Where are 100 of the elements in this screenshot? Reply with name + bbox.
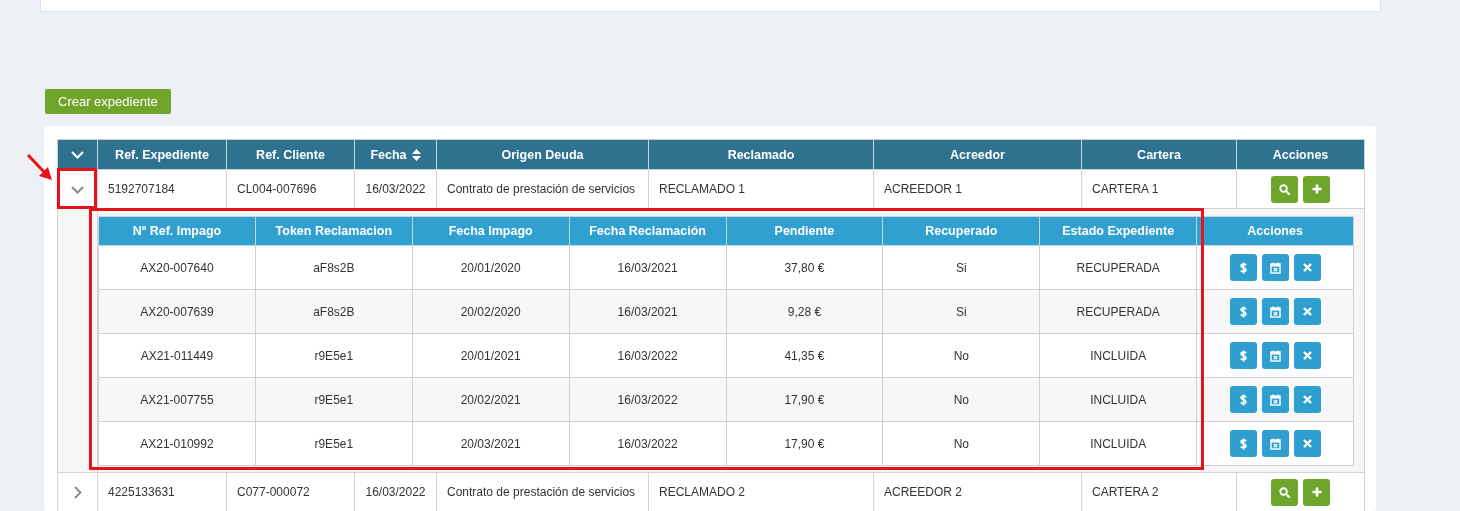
add-button[interactable]: [1303, 175, 1330, 203]
payment-button[interactable]: [1229, 430, 1257, 457]
dollar-icon: [1239, 305, 1247, 318]
add-button[interactable]: [1303, 478, 1330, 506]
column-header: Ref. Expediente: [115, 147, 209, 162]
payment-button[interactable]: [1229, 386, 1257, 413]
table-cell: C077-000072: [237, 485, 310, 499]
table-cell: 16/03/2021: [617, 304, 678, 319]
column-header: Acreedor: [950, 147, 1005, 162]
column-header: Cartera: [1137, 147, 1181, 162]
table-cell: Contrato de prestación de servicios: [447, 485, 636, 499]
calendar-icon: [1269, 393, 1281, 406]
arrow-icon: [26, 153, 54, 182]
column-header: Ref. Cliente: [256, 147, 325, 162]
dollar-icon: [1239, 437, 1247, 450]
dollar-icon: [1239, 393, 1247, 406]
table-cell: AX20-007639: [140, 304, 214, 319]
column-header: Origen Deuda: [501, 147, 584, 162]
column-header: Acciones: [1247, 224, 1303, 238]
delete-button[interactable]: [1293, 254, 1321, 281]
table-cell: CARTERA 2: [1092, 485, 1159, 499]
calendar-button[interactable]: [1261, 298, 1289, 325]
table-cell: CL004-007696: [237, 182, 317, 196]
search-button[interactable]: [1271, 175, 1298, 203]
sort-icon[interactable]: [411, 148, 421, 161]
table-cell: No: [953, 348, 969, 363]
plus-icon: [1311, 487, 1322, 497]
table-cell: 9,28 €: [787, 304, 822, 319]
chevron-right-icon[interactable]: [73, 486, 82, 500]
search-icon: [1279, 486, 1290, 498]
close-icon: [1302, 351, 1312, 360]
calendar-icon: [1269, 261, 1281, 274]
column-header: Nº Ref. Impago: [132, 224, 222, 238]
table-cell: 16/03/2021: [617, 260, 678, 275]
table-cell: 20/01/2020: [460, 260, 521, 275]
calendar-button[interactable]: [1261, 342, 1289, 369]
table-cell: No: [953, 392, 969, 407]
table-cell: CARTERA 1: [1092, 182, 1159, 196]
plus-icon: [1311, 184, 1322, 194]
table-cell: 5192707184: [108, 182, 175, 196]
calendar-icon: [1269, 437, 1281, 450]
calendar-icon: [1269, 349, 1281, 362]
dollar-icon: [1239, 261, 1247, 274]
column-header: Estado Expediente: [1062, 224, 1175, 238]
table-cell: INCLUIDA: [1090, 436, 1147, 451]
table-cell: RECUPERADA: [1076, 260, 1160, 275]
table-cell: 4225133631: [108, 485, 175, 499]
table-cell: RECLAMADO 1: [659, 182, 746, 196]
table-cell: 16/03/2022: [617, 392, 678, 407]
close-icon: [1302, 439, 1312, 448]
table-cell: 37,80 €: [784, 260, 825, 275]
search-icon: [1279, 183, 1290, 195]
calendar-icon: [1269, 305, 1281, 318]
table-cell: RECLAMADO 2: [659, 485, 746, 499]
calendar-button[interactable]: [1261, 254, 1289, 281]
table-cell: AX21-011449: [140, 348, 214, 363]
close-icon: [1302, 263, 1312, 272]
table-cell: AX21-007755: [140, 392, 214, 407]
search-button[interactable]: [1271, 478, 1298, 506]
table-cell: ACREEDOR 2: [884, 485, 963, 499]
column-header: Fecha Impago: [448, 224, 533, 238]
table-cell: 17,90 €: [784, 392, 825, 407]
table-cell: 20/02/2021: [460, 392, 521, 407]
payment-button[interactable]: [1229, 254, 1257, 281]
calendar-button[interactable]: [1261, 386, 1289, 413]
delete-button[interactable]: [1293, 430, 1321, 457]
payment-button[interactable]: [1229, 342, 1257, 369]
calendar-button[interactable]: [1261, 430, 1289, 457]
table-cell: r9E5e1: [314, 436, 354, 451]
table-cell: Si: [955, 304, 967, 319]
table-cell: INCLUIDA: [1090, 392, 1147, 407]
column-header: Pendiente: [774, 224, 835, 238]
table-cell: 20/03/2021: [460, 436, 521, 451]
table-cell: r9E5e1: [314, 348, 354, 363]
table-cell: r9E5e1: [314, 392, 354, 407]
table-cell: 20/01/2021: [460, 348, 521, 363]
close-icon: [1302, 395, 1312, 404]
table-cell: 20/02/2020: [460, 304, 521, 319]
table-cell: aF8s2B: [313, 304, 355, 319]
table-cell: ACREEDOR 1: [884, 182, 963, 196]
table-cell: RECUPERADA: [1076, 304, 1160, 319]
table-cell: Si: [955, 260, 967, 275]
delete-button[interactable]: [1293, 298, 1321, 325]
column-header: Recuperado: [925, 224, 998, 238]
delete-button[interactable]: [1293, 386, 1321, 413]
table-cell: AX21-010992: [140, 436, 214, 451]
delete-button[interactable]: [1293, 342, 1321, 369]
table-cell: 16/03/2022: [365, 485, 426, 499]
dollar-icon: [1239, 349, 1247, 362]
column-header: Reclamado: [727, 147, 795, 162]
payment-button[interactable]: [1229, 298, 1257, 325]
column-header: Token Reclamacion: [275, 224, 393, 238]
table-cell: 17,90 €: [784, 436, 825, 451]
table-cell: 41,35 €: [784, 348, 825, 363]
table-cell: No: [953, 436, 969, 451]
close-icon: [1302, 307, 1312, 316]
chevron-down-icon[interactable]: [71, 185, 84, 194]
table-cell: INCLUIDA: [1090, 348, 1147, 363]
table-cell: 16/03/2022: [617, 348, 678, 363]
create-button[interactable]: Crear expediente: [45, 89, 171, 114]
